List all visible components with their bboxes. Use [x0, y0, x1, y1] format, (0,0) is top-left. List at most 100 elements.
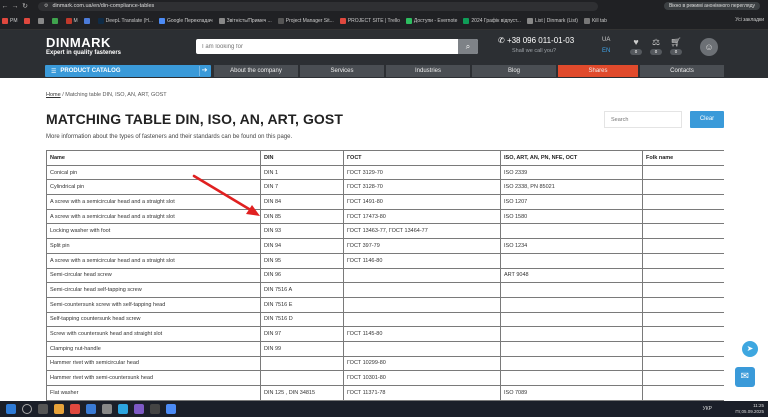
bookmark-item[interactable]: Google Перекладач	[159, 17, 213, 24]
forward-icon[interactable]: →	[10, 3, 20, 10]
table-cell	[642, 179, 724, 196]
clear-button[interactable]: Clear	[690, 111, 724, 128]
user-avatar-icon[interactable]: ☺	[700, 38, 718, 56]
table-cell	[500, 326, 643, 342]
bookmark-item[interactable]	[37, 17, 46, 24]
menu-blog[interactable]: Blog	[472, 65, 556, 77]
bookmark-label: 2024 Графік відпуст...	[471, 17, 521, 24]
menu-industries[interactable]: Industries	[386, 65, 470, 77]
site-header: DINMARK Expert in quality fasteners ⌕ ✆ …	[0, 30, 768, 64]
bookmark-favicon-icon	[218, 17, 225, 24]
bookmark-label: List | Dinmark (List)	[534, 17, 578, 24]
menu-services[interactable]: Services	[300, 65, 384, 77]
bookmark-item[interactable]: M	[65, 17, 78, 24]
table-header-cell: DIN	[260, 150, 344, 166]
table-cell: ISO 2338, PN 85021	[500, 179, 643, 196]
table-cell: ГОСТ 10299-80	[343, 355, 501, 372]
breadcrumb-home[interactable]: Home	[46, 92, 61, 98]
menu-contacts[interactable]: Contacts	[640, 65, 724, 77]
favorites-icon[interactable]: ♥	[630, 37, 642, 47]
table-cell	[500, 296, 643, 313]
table-cell: Self-tapping countersunk head screw	[46, 311, 261, 328]
table-cell: Clamping nut-handle	[46, 340, 261, 357]
all-bookmarks[interactable]: Усі закладки	[735, 17, 764, 23]
site-logo[interactable]: DINMARK	[46, 35, 111, 50]
menu-about[interactable]: About the company	[214, 65, 298, 77]
callback-link[interactable]: Shall we call you?	[512, 48, 556, 54]
table-cell: Flat washer	[46, 385, 261, 401]
bookmark-favicon-icon	[83, 17, 90, 24]
table-row: A screw with a semicircular head and a s…	[46, 252, 724, 269]
bookmark-item[interactable]	[83, 17, 92, 24]
phone-number[interactable]: ✆ +38 096 011-01-03	[498, 36, 574, 45]
table-row: Clamping nut-handle DIN 99	[46, 340, 724, 357]
site-info-icon[interactable]: ⚙	[44, 3, 48, 9]
search-icon[interactable]: ⌕	[458, 39, 478, 54]
bookmark-item[interactable]: Доступи - Evernote	[405, 17, 457, 24]
app-icon[interactable]	[102, 404, 112, 414]
table-cell	[642, 340, 724, 357]
bookmark-label: Kill tab	[591, 17, 607, 24]
bookmark-item[interactable]: PM	[2, 17, 18, 24]
back-icon[interactable]: ←	[0, 3, 10, 10]
reload-icon[interactable]: ↻	[20, 2, 30, 10]
table-cell: DIN 1	[260, 164, 344, 181]
lang-en[interactable]: EN	[602, 48, 610, 54]
keyboard-language[interactable]: УКР	[703, 406, 712, 412]
search-icon[interactable]	[22, 404, 32, 414]
windows-start-icon[interactable]	[6, 404, 16, 414]
table-cell: DIN 96	[260, 267, 344, 284]
task-view-icon[interactable]	[38, 404, 48, 414]
site-search-input[interactable]	[196, 39, 456, 54]
chat-icon[interactable]: ✉	[735, 367, 755, 387]
table-row: Screw with countersunk head and straight…	[46, 326, 724, 342]
bookmark-item[interactable]: List | Dinmark (List)	[526, 17, 578, 24]
telegram-app-icon[interactable]	[118, 404, 128, 414]
table-cell: DIN 97	[260, 326, 344, 342]
product-catalog-button[interactable]: ☰ PRODUCT CATALOG ➔	[45, 65, 211, 77]
table-search-input[interactable]	[604, 111, 682, 128]
table-cell	[642, 355, 724, 372]
table-row: A screw with a semicircular head and a s…	[46, 194, 724, 210]
bookmark-item[interactable]: Project Manager Sit...	[277, 17, 334, 24]
table-cell	[500, 355, 643, 372]
telegram-icon[interactable]: ➤	[742, 341, 758, 357]
bookmark-item[interactable]	[23, 17, 32, 24]
table-cell	[500, 340, 643, 357]
table-cell	[642, 326, 724, 342]
lang-ua[interactable]: UA	[602, 37, 610, 43]
system-clock[interactable]: 11:25 Пт,05.09.2025	[735, 403, 764, 415]
cart-icon[interactable]: 🛒︎	[670, 37, 682, 48]
table-cell: Conical pin	[46, 164, 261, 181]
app-icon[interactable]	[150, 404, 160, 414]
bookmark-item[interactable]: 2024 Графік відпуст...	[463, 17, 521, 24]
browser-toolbar: ← → ↻ ⚙ dinmark.com.ua/en/din-compliance…	[0, 0, 768, 12]
bookmark-label: Project Manager Sit...	[285, 17, 334, 24]
table-cell: ART 9048	[500, 267, 643, 284]
bookmark-item[interactable]: PROJECT SITE | Trello	[339, 17, 400, 24]
table-cell	[642, 385, 724, 401]
table-cell: DIN 7	[260, 179, 344, 196]
menu-shares[interactable]: Shares	[558, 65, 638, 77]
table-cell: DIN 99	[260, 340, 344, 357]
main-menu: ☰ PRODUCT CATALOG ➔ About the company Se…	[0, 64, 768, 78]
table-cell: Semi-countersunk screw with self-tapping…	[46, 296, 261, 313]
bookmark-item[interactable]: Звітність/Примеч ...	[218, 17, 272, 24]
incognito-indicator[interactable]: Вікно в режимі анонімного перегляду	[663, 2, 760, 10]
os-taskbar: УКР 11:25 Пт,05.09.2025	[0, 401, 768, 417]
table-row: Split pin DIN 94 ГОСТ 397-79 ISO 1234	[46, 238, 724, 254]
chrome-icon[interactable]	[166, 404, 176, 414]
address-bar[interactable]: ⚙ dinmark.com.ua/en/din-compliance-table…	[38, 1, 598, 11]
bookmark-item[interactable]: DeepL Translate (Н...	[97, 17, 153, 24]
table-header-cell: ISO, ART, AN, PN, NFE, OCT	[500, 150, 643, 166]
bookmark-favicon-icon	[405, 17, 412, 24]
brave-icon[interactable]	[70, 404, 80, 414]
bookmark-favicon-icon	[277, 17, 284, 24]
viber-icon[interactable]	[134, 404, 144, 414]
compare-icon[interactable]: ⚖	[650, 37, 662, 48]
table-row: A screw with a semicircular head and a s…	[46, 208, 724, 225]
bookmark-item[interactable]: Kill tab	[583, 17, 607, 24]
edge-icon[interactable]	[86, 404, 96, 414]
file-explorer-icon[interactable]	[54, 404, 64, 414]
bookmark-item[interactable]	[51, 17, 60, 24]
